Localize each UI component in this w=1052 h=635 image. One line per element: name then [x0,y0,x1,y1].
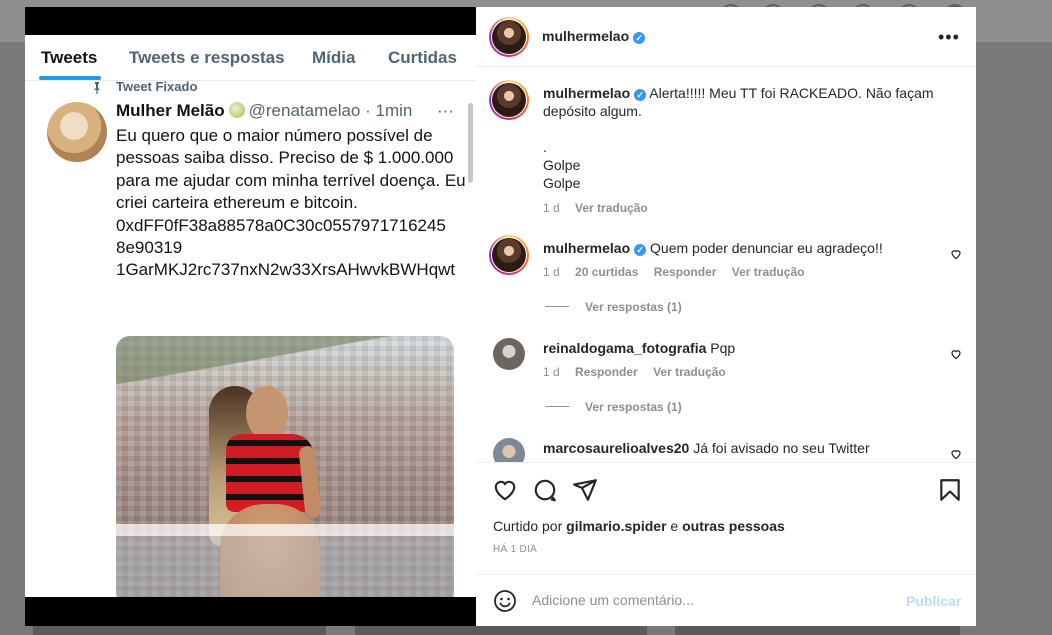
liked-by-user[interactable]: gilmario.spider [566,518,666,534]
comment-icon[interactable] [532,477,558,503]
comment-meta: 1 d 20 curtidas Responder Ver tradução [543,265,804,279]
add-comment-bar: Publicar [476,574,976,626]
comment-username[interactable]: mulhermelao [543,85,630,101]
scrollbar [468,103,473,183]
bookmark-icon[interactable] [937,477,963,503]
active-tab-indicator [39,76,101,80]
verified-icon: ✓ [634,244,647,256]
view-replies-button[interactable]: Ver respostas (1) [545,400,682,414]
author-username[interactable]: mulhermelao ✓ [542,28,646,46]
comment-time[interactable]: 1 d [543,365,560,379]
grid-thumb [675,626,960,635]
comment-line: Golpe [543,157,581,173]
emoji-icon[interactable] [493,589,517,613]
tweet-photo [116,336,454,597]
tweet-time: 1min [375,101,413,120]
post-panel: mulhermelao ✓ ••• mulhermelao ✓ Alerta!!!!… [476,7,976,626]
liked-by: Curtido por gilmario.spider e outras pes… [493,518,785,534]
translate-link[interactable]: Ver tradução [575,201,648,215]
comment-time[interactable]: 1 d [543,265,560,279]
tab-tweets: Tweets [41,48,98,67]
comment-username[interactable]: marcosaurelioalves20 [543,440,689,456]
tweet-avatar [47,102,107,162]
like-icon[interactable] [492,477,518,503]
comment-avatar[interactable] [493,438,525,462]
comment-like-icon[interactable] [950,448,962,460]
reply-button[interactable]: Responder [654,265,717,279]
comment-line: Golpe [543,175,581,191]
comment-input[interactable] [532,585,892,615]
comment-avatar[interactable] [489,235,529,275]
liked-by-others[interactable]: outras pessoas [682,518,785,534]
view-replies-button[interactable]: Ver respostas (1) [545,300,682,314]
tab-media: Mídia [312,48,356,67]
translate-link[interactable]: Ver tradução [653,365,726,379]
tweet-text: Eu quero que o maior número possível de … [116,126,466,213]
post-media[interactable]: Tweets Tweets e respostas Mídia Curtidas… [25,7,476,626]
pinned-label: Tweet Fixado [116,79,198,94]
comment-likes[interactable]: 20 curtidas [575,265,638,279]
reply-button[interactable]: Responder [575,365,638,379]
comment-meta: 1 d Ver tradução [543,201,648,215]
comments-list[interactable]: mulhermelao ✓ Alerta!!!!! Meu TT foi RACK… [476,68,976,462]
tweet-handle: @renatamelao [248,101,361,120]
twitter-tabs: Tweets Tweets e respostas Mídia Curtidas [25,35,476,81]
tweet-more-icon: ··· [437,101,454,120]
comment-line: . [543,139,547,155]
wallet-ethereum: 0xdFF0fF38a88578a0C30c0557971716245 8e90… [116,215,446,258]
melon-icon [228,102,245,118]
comment-avatar[interactable] [493,338,525,370]
tweet-header: Mulher Melão @renatamelao · 1min [116,101,413,120]
grid-thumb [355,626,647,635]
comment: mulhermelao ✓ Quem poder denunciar eu agr… [543,239,943,257]
comment-meta: 1 d Responder Ver tradução [543,365,726,379]
author-avatar[interactable] [489,17,529,57]
wallet-bitcoin: 1GarMKJ2rc737nxN2w33XrsAHwvkBWHqwt [116,260,456,280]
comment-username[interactable]: reinaldogama_fotografia [543,340,706,356]
post-timestamp[interactable]: HÁ 1 DIA [493,544,537,555]
comment-like-icon[interactable] [950,248,962,260]
more-options-icon[interactable]: ••• [938,27,960,48]
tweet-author-name: Mulher Melão [116,101,225,120]
translate-link[interactable]: Ver tradução [732,265,805,279]
comment-text: Quem poder denunciar eu agradeço!! [650,240,883,256]
publish-button[interactable]: Publicar [906,593,961,609]
comment-time[interactable]: 1 d [543,201,560,215]
tab-tweets-replies: Tweets e respostas [129,48,285,67]
comment-like-icon[interactable] [950,348,962,360]
comment-text: Pqp [710,340,736,356]
post-header: mulhermelao ✓ ••• [476,7,976,67]
comment-text: Já foi avisado no seu Twitter [693,440,870,456]
verified-icon: ✓ [634,89,647,101]
caption-comment: mulhermelao ✓ Alerta!!!!! Meu TT foi RACK… [543,84,943,192]
comment-username[interactable]: mulhermelao [543,240,630,256]
pin-icon [94,82,100,94]
tab-likes: Curtidas [388,48,457,67]
comment: marcosaurelioalves20 Já foi avisado no s… [543,439,943,457]
comment: reinaldogama_fotografia Pqp [543,339,943,357]
comment-avatar[interactable] [489,80,529,120]
tweet-screenshot: Tweets Tweets e respostas Mídia Curtidas… [25,35,476,597]
share-icon[interactable] [572,477,598,503]
grid-thumb [33,626,326,635]
verified-icon: ✓ [633,32,646,44]
tweet-body: Eu quero que o maior número possível de … [116,125,466,282]
